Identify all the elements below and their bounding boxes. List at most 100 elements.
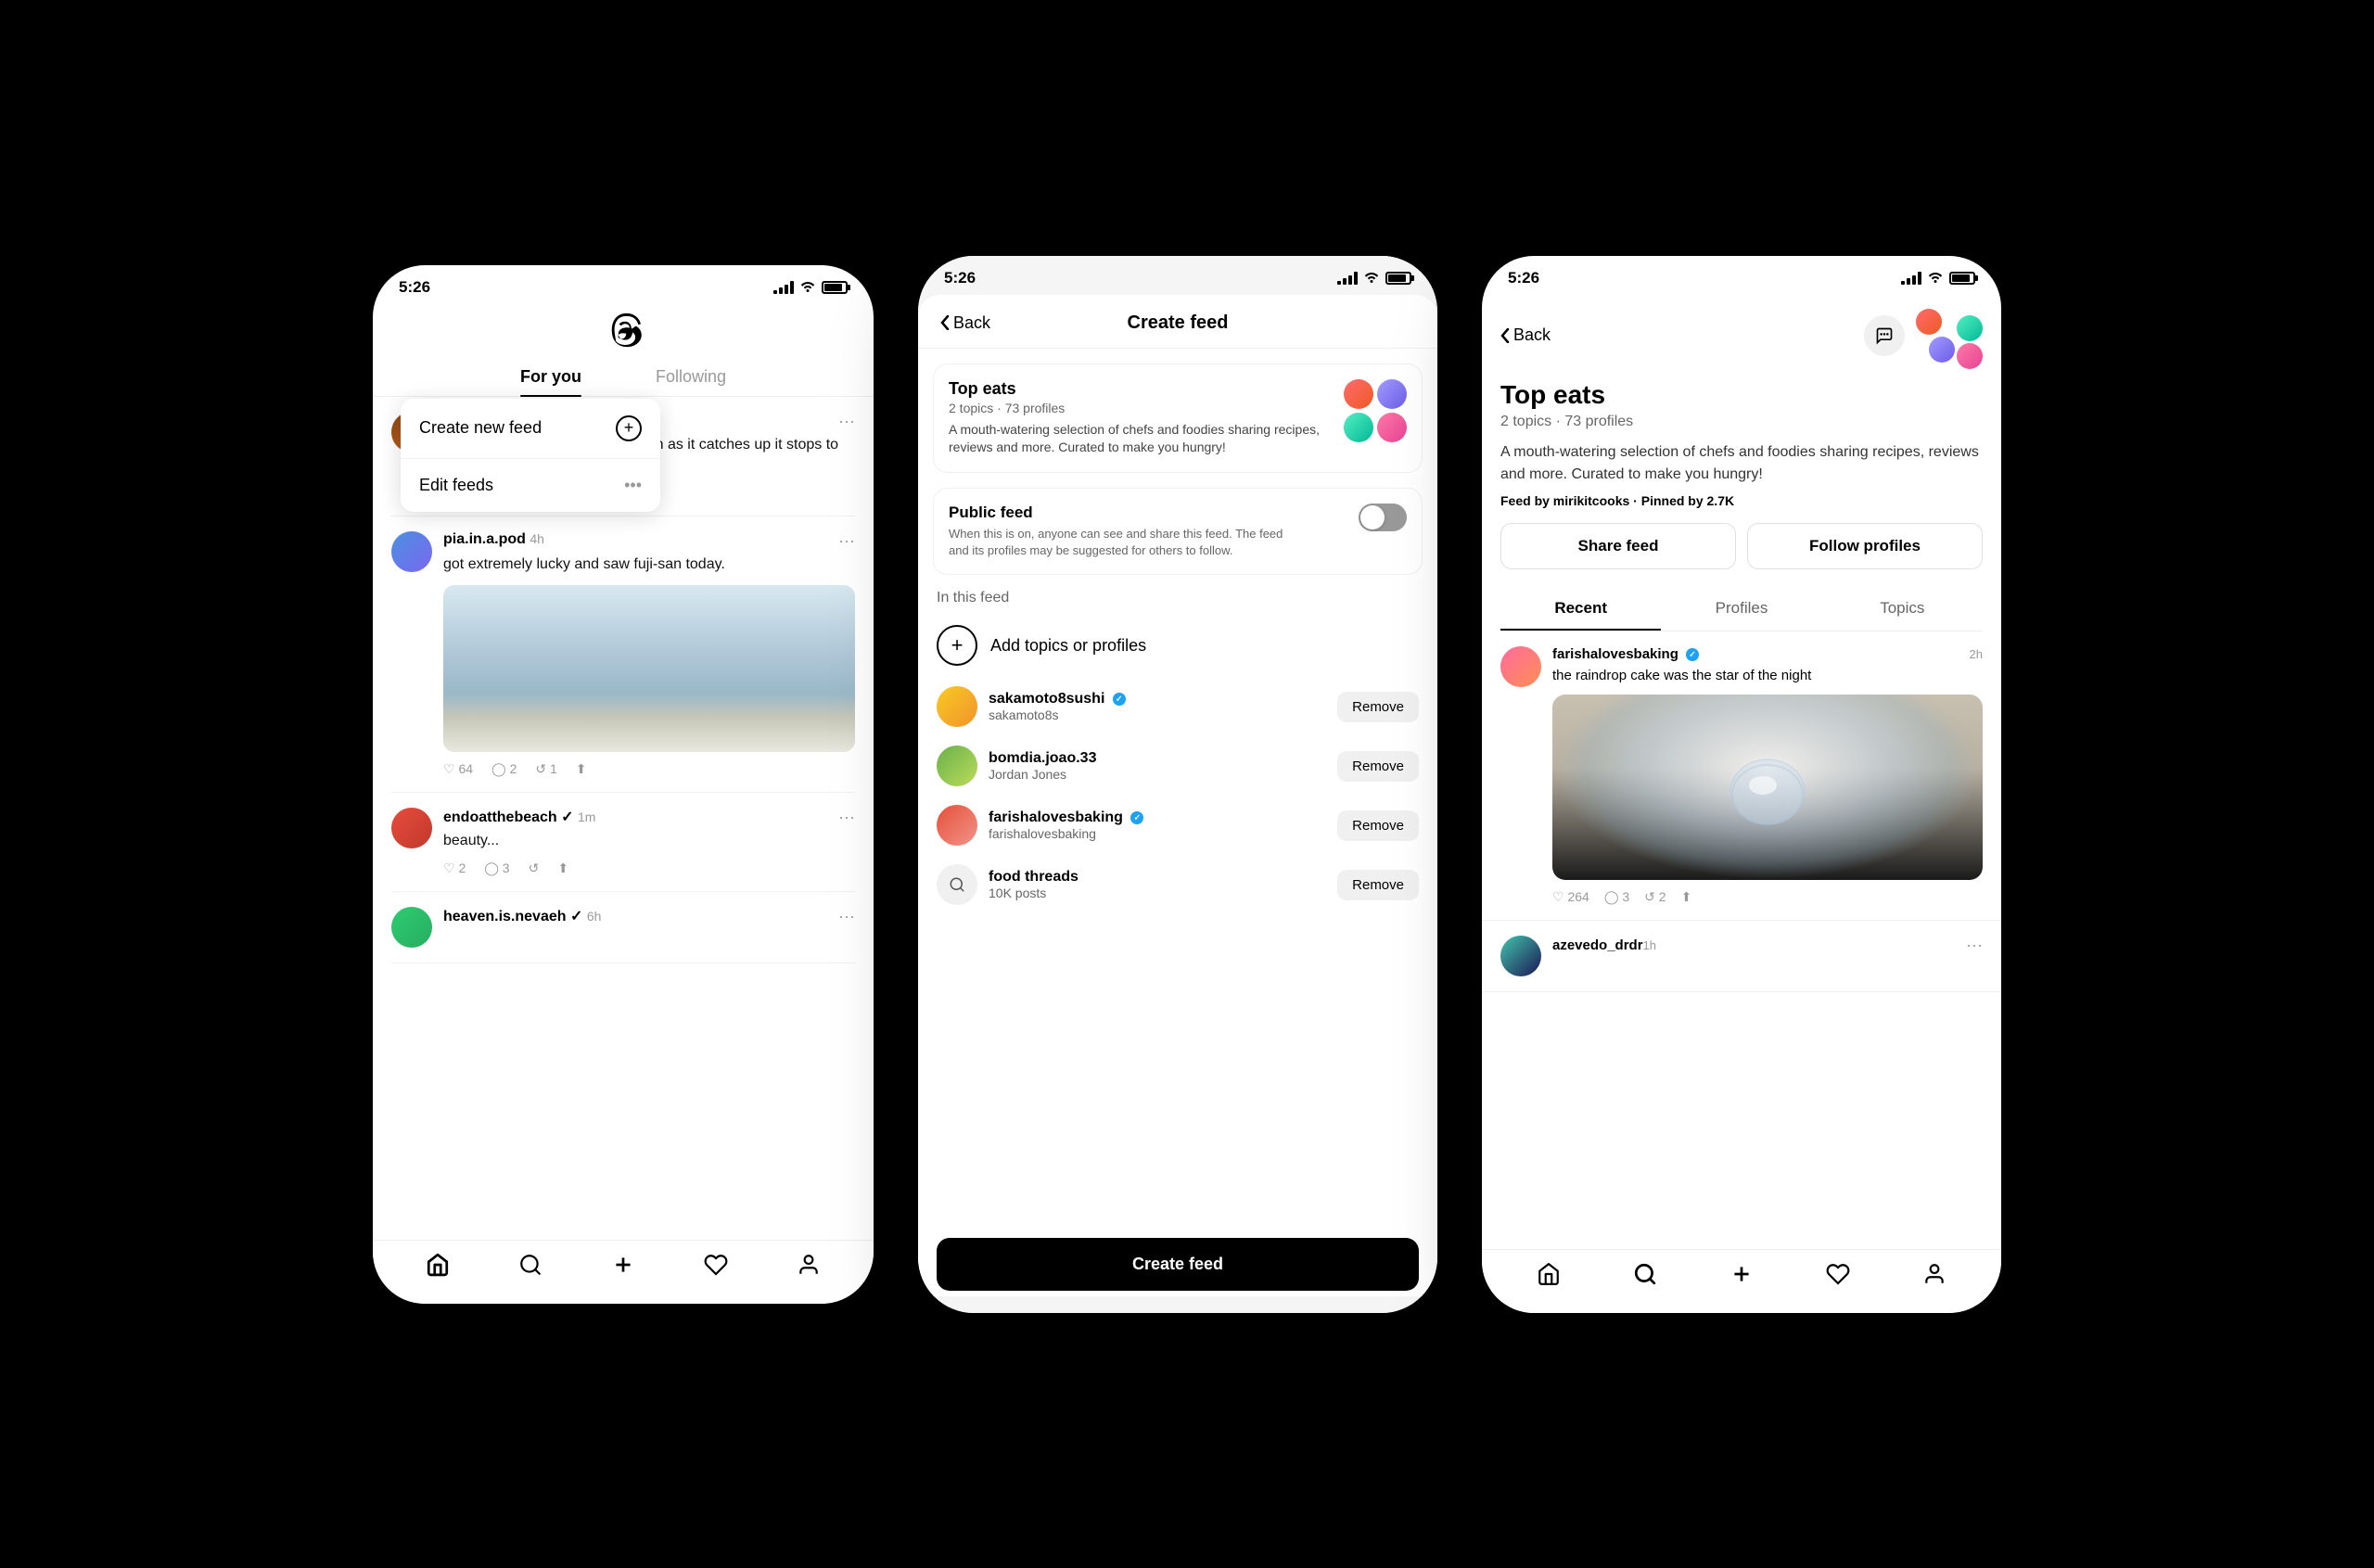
- fp-share-1[interactable]: ⬆: [1681, 889, 1692, 905]
- nav-compose-1[interactable]: [610, 1252, 636, 1278]
- modal-title: Create feed: [1128, 312, 1229, 334]
- nav-compose-3[interactable]: [1729, 1261, 1755, 1287]
- dropdown-menu: Create new feed + Edit feeds •••: [401, 399, 660, 512]
- battery-icon-3: [1949, 272, 1975, 285]
- create-feed-button[interactable]: Create feed: [937, 1238, 1419, 1291]
- avatar-3: [391, 808, 432, 848]
- back-button-3[interactable]: Back: [1500, 325, 1551, 345]
- post-more-3[interactable]: ···: [838, 808, 855, 827]
- post-username-4: heaven.is.nevaeh ✓ 6h: [443, 907, 601, 925]
- post-more-2[interactable]: ···: [838, 531, 855, 551]
- public-feed-section: Public feed When this is on, anyone can …: [933, 488, 1423, 575]
- topic-count-1: 10K posts: [989, 886, 1079, 900]
- mini-avatar-1: [1344, 379, 1373, 409]
- profile-avatar-3: [937, 805, 977, 846]
- repost-action-2[interactable]: ↺ 1: [535, 761, 556, 777]
- feed-detail-meta: 2 topics · 73 profiles: [1500, 414, 1983, 430]
- raindrop-cake-visual: [1552, 695, 1983, 880]
- feed-card-avatars: [1344, 379, 1407, 442]
- raindrop-svg: [1712, 732, 1823, 843]
- status-bar-2: 5:26: [918, 256, 1437, 295]
- phone-3: 5:26: [1482, 256, 2001, 1313]
- signal-icon-1: [773, 281, 794, 294]
- toggle-label: Public feed: [949, 504, 1301, 522]
- tab-profiles[interactable]: Profiles: [1661, 588, 1821, 631]
- fp-repost-1[interactable]: ↺ 2: [1644, 889, 1666, 905]
- nav-notifications-1[interactable]: [703, 1252, 729, 1278]
- profile-name-1: sakamoto8sushi: [989, 691, 1126, 708]
- modal-sheet: Back Create feed Top eats 2 topics · 73 …: [918, 295, 1437, 1296]
- share-icon-bubble[interactable]: [1864, 315, 1905, 356]
- add-topics-row[interactable]: + Add topics or profiles: [918, 614, 1437, 677]
- public-feed-toggle[interactable]: [1359, 504, 1407, 531]
- feed-post-2: azevedo_drdr 1h ···: [1482, 921, 2001, 992]
- feed-detail-by: Feed by mirikitcooks · Pinned by 2.7K: [1500, 493, 1983, 508]
- tab-for-you[interactable]: For you: [520, 360, 581, 396]
- nav-search-3[interactable]: [1632, 1261, 1658, 1287]
- post-item-3: endoatthebeach ✓ 1m ··· beauty... ♡ 2 ◯ …: [391, 793, 855, 892]
- feed-post-body-1: farishalovesbaking 2h the raindrop cake …: [1552, 646, 1983, 905]
- avatar-2: [391, 531, 432, 572]
- post-more-4[interactable]: ···: [838, 907, 855, 926]
- remove-btn-3[interactable]: Remove: [1337, 810, 1419, 841]
- nav-profile-1[interactable]: [796, 1252, 822, 1278]
- share-action-3[interactable]: ⬆: [557, 860, 568, 876]
- post-text-3: beauty...: [443, 831, 855, 851]
- feed-post-1: farishalovesbaking 2h the raindrop cake …: [1482, 631, 2001, 921]
- time-2: 5:26: [944, 269, 976, 287]
- tab-recent[interactable]: Recent: [1500, 588, 1661, 631]
- status-icons-2: [1337, 269, 1411, 287]
- remove-btn-1[interactable]: Remove: [1337, 692, 1419, 722]
- tabs-row: For you Following Create new feed + Edit…: [373, 352, 874, 397]
- feed-post-user-2: azevedo_drdr: [1552, 937, 1643, 953]
- remove-btn-4[interactable]: Remove: [1337, 870, 1419, 900]
- feed-detail: Top eats 2 topics · 73 profiles A mouth-…: [1482, 380, 2001, 569]
- fp-like-1[interactable]: ♡ 264: [1552, 889, 1589, 905]
- comment-action-3[interactable]: ◯ 3: [484, 860, 509, 876]
- mini-avatar-3: [1344, 413, 1373, 442]
- nav-home-3[interactable]: [1536, 1261, 1562, 1287]
- post-username-2: pia.in.a.pod 4h: [443, 531, 544, 548]
- post-image-2: [443, 585, 855, 752]
- profile-avatar-1: [937, 686, 977, 727]
- side-avatar-2: [1929, 337, 1955, 363]
- profile-handle-2: Jordan Jones: [989, 767, 1096, 782]
- feed-post-image-1: [1552, 695, 1983, 880]
- tab-following[interactable]: Following: [656, 360, 726, 396]
- remove-btn-2[interactable]: Remove: [1337, 751, 1419, 782]
- side-avatar-3: [1957, 315, 1983, 341]
- nav-notifications-3[interactable]: [1825, 1261, 1851, 1287]
- share-action-2[interactable]: ⬆: [576, 761, 587, 777]
- share-feed-button[interactable]: Share feed: [1500, 523, 1736, 569]
- status-icons-3: [1901, 269, 1975, 287]
- profile-row-1: sakamoto8sushi sakamoto8s Remove: [918, 677, 1437, 736]
- side-avatar-1: [1916, 309, 1942, 335]
- time-1: 5:26: [399, 278, 430, 297]
- post-more-fp2[interactable]: ···: [1966, 936, 1983, 955]
- phone3-header: Back: [1482, 295, 2001, 380]
- create-new-feed-item[interactable]: Create new feed +: [401, 399, 660, 459]
- feed-info-card: Top eats 2 topics · 73 profiles A mouth-…: [933, 363, 1423, 473]
- edit-feeds-item[interactable]: Edit feeds •••: [401, 459, 660, 512]
- toggle-desc: When this is on, anyone can see and shar…: [949, 526, 1301, 559]
- like-action-3[interactable]: ♡ 2: [443, 860, 466, 876]
- follow-profiles-button[interactable]: Follow profiles: [1747, 523, 1983, 569]
- back-button-2[interactable]: Back: [940, 313, 990, 333]
- fp-comment-1[interactable]: ◯ 3: [1604, 889, 1629, 905]
- wifi-icon-3: [1927, 269, 1944, 287]
- profile-name-2: bomdia.joao.33: [989, 750, 1096, 767]
- nav-profile-3[interactable]: [1921, 1261, 1947, 1287]
- like-action-2[interactable]: ♡ 64: [443, 761, 473, 777]
- post-username-3: endoatthebeach ✓ 1m: [443, 808, 595, 826]
- nav-search-1[interactable]: [517, 1252, 543, 1278]
- verified-badge-3: [1130, 811, 1143, 824]
- repost-action-3[interactable]: ↺: [529, 860, 540, 876]
- phones-container: 5:26: [373, 256, 2001, 1313]
- post-more-1[interactable]: ···: [838, 412, 855, 431]
- comment-action-2[interactable]: ◯ 2: [491, 761, 517, 777]
- tab-topics[interactable]: Topics: [1822, 588, 1983, 631]
- nav-home-1[interactable]: [425, 1252, 451, 1278]
- phone-1: 5:26: [373, 265, 874, 1304]
- feed-post-body-2: azevedo_drdr 1h ···: [1552, 936, 1983, 976]
- action-buttons: Share feed Follow profiles: [1500, 523, 1983, 569]
